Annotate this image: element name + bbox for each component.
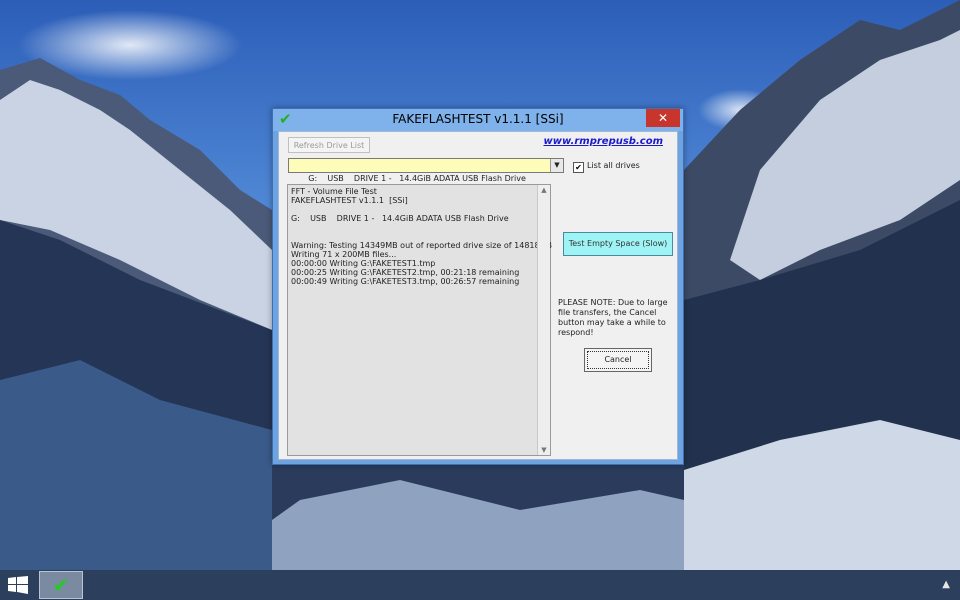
scroll-down-icon[interactable]: ▼ — [538, 446, 550, 454]
refresh-drive-list-button[interactable]: Refresh Drive List — [288, 137, 370, 153]
log-line: 00:00:00 Writing G:\FAKETEST1.tmp — [291, 259, 436, 268]
taskbar-fakeflashtest-icon[interactable]: ✔ — [39, 571, 83, 599]
log-line: Writing 71 x 200MB files... — [291, 250, 397, 259]
window-client: Refresh Drive List www.rmprepusb.com G: … — [278, 131, 678, 460]
cancel-button[interactable]: Cancel — [584, 348, 652, 372]
drive-select[interactable]: G: USB DRIVE 1 - 14.4GiB ADATA USB Flash… — [288, 158, 564, 183]
taskbar: ✔ ▲ — [0, 570, 960, 600]
close-button[interactable]: ✕ — [646, 109, 680, 127]
log-output[interactable]: FFT - Volume File Test FAKEFLASHTEST v1.… — [287, 184, 552, 456]
cancel-note: PLEASE NOTE: Due to large file transfers… — [558, 298, 668, 337]
list-all-drives-label: List all drives — [587, 161, 640, 170]
list-all-drives-checkbox[interactable]: ✔ — [573, 162, 584, 173]
chevron-down-icon[interactable]: ▼ — [550, 159, 563, 172]
title-bar[interactable]: ✔ FAKEFLASHTEST v1.1.1 [SSi] ✕ — [273, 109, 683, 131]
windows-start-icon[interactable] — [8, 576, 28, 594]
log-line: FFT - Volume File Test — [291, 187, 377, 196]
test-empty-space-button[interactable]: Test Empty Space (Slow) — [563, 232, 673, 256]
drive-select-value: G: USB DRIVE 1 - 14.4GiB ADATA USB Flash… — [308, 174, 526, 183]
log-line: 00:00:25 Writing G:\FAKETEST2.tmp, 00:21… — [291, 268, 520, 277]
tray-expand-icon[interactable]: ▲ — [942, 579, 950, 590]
window-title: FAKEFLASHTEST v1.1.1 [SSi] — [392, 112, 564, 126]
fakeflashtest-window: ✔ FAKEFLASHTEST v1.1.1 [SSi] ✕ Refresh D… — [272, 108, 684, 465]
log-line: Warning: Testing 14349MB out of reported… — [291, 241, 552, 250]
log-line: 00:00:49 Writing G:\FAKETEST3.tmp, 00:26… — [291, 277, 520, 286]
scroll-up-icon[interactable]: ▲ — [538, 186, 550, 194]
log-line: G: USB DRIVE 1 - 14.4GiB ADATA USB Flash… — [291, 214, 509, 223]
log-scrollbar[interactable]: ▲ ▼ — [537, 185, 550, 455]
log-line: FAKEFLASHTEST v1.1.1 [SSi] — [291, 196, 408, 205]
website-link[interactable]: www.rmprepusb.com — [543, 136, 663, 147]
